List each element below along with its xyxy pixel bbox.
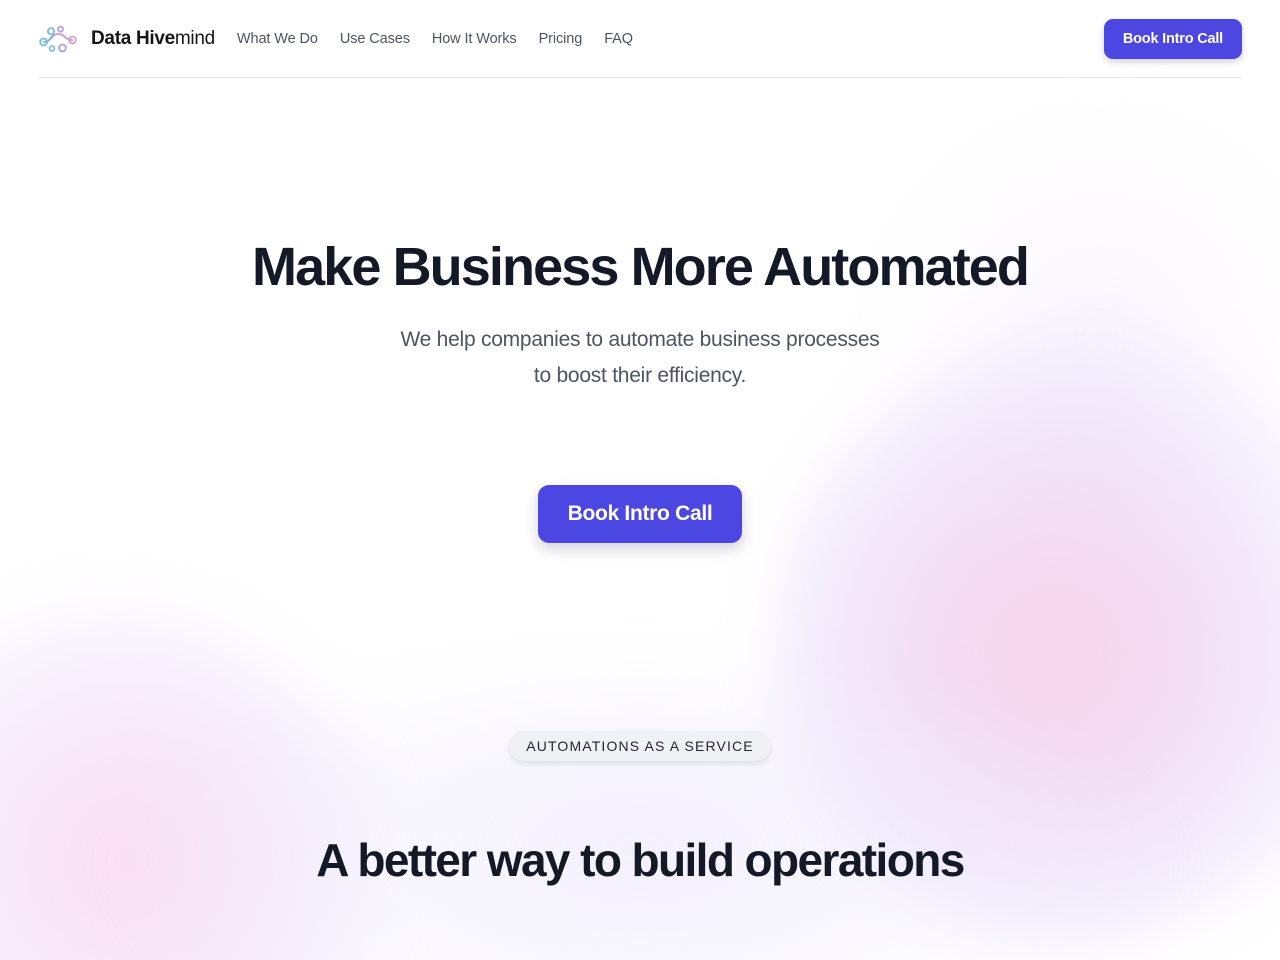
nav-item-use-cases[interactable]: Use Cases <box>340 31 410 47</box>
brand-logo-link[interactable]: Data Hivemind <box>38 24 215 54</box>
header-cta-wrapper: Book Intro Call <box>1103 18 1242 59</box>
operations-section: AUTOMATIONS AS A SERVICE A better way to… <box>0 730 1280 886</box>
section-title: A better way to build operations <box>316 833 965 886</box>
hivemind-nodes-icon <box>39 25 77 52</box>
nav-item-what-we-do[interactable]: What We Do <box>237 31 318 47</box>
brand-name-light: mind <box>174 27 215 49</box>
page-main: Make Business More Automated We help com… <box>0 78 1280 885</box>
hero-subtitle: We help companies to automate business p… <box>400 328 880 388</box>
header-inner: Data Hivemind What We Do Use Cases How I… <box>38 0 1242 78</box>
nav-item-pricing[interactable]: Pricing <box>539 31 583 47</box>
site-header: Data Hivemind What We Do Use Cases How I… <box>0 0 1280 78</box>
hero-section: Make Business More Automated We help com… <box>0 78 1280 543</box>
main-navigation: What We Do Use Cases How It Works Pricin… <box>237 31 633 47</box>
nav-item-how-it-works[interactable]: How It Works <box>432 31 517 47</box>
section-eyebrow-badge: AUTOMATIONS AS A SERVICE <box>509 730 771 761</box>
hero-title: Make Business More Automated <box>252 237 1030 297</box>
hero-cta-wrapper: Book Intro Call <box>0 484 1280 543</box>
nav-item-faq[interactable]: FAQ <box>604 31 633 47</box>
hero-book-intro-call-button[interactable]: Book Intro Call <box>537 484 743 543</box>
brand-name-strong: Data Hive <box>91 27 175 49</box>
header-book-intro-call-button[interactable]: Book Intro Call <box>1103 18 1242 59</box>
brand-name: Data Hivemind <box>91 28 215 50</box>
